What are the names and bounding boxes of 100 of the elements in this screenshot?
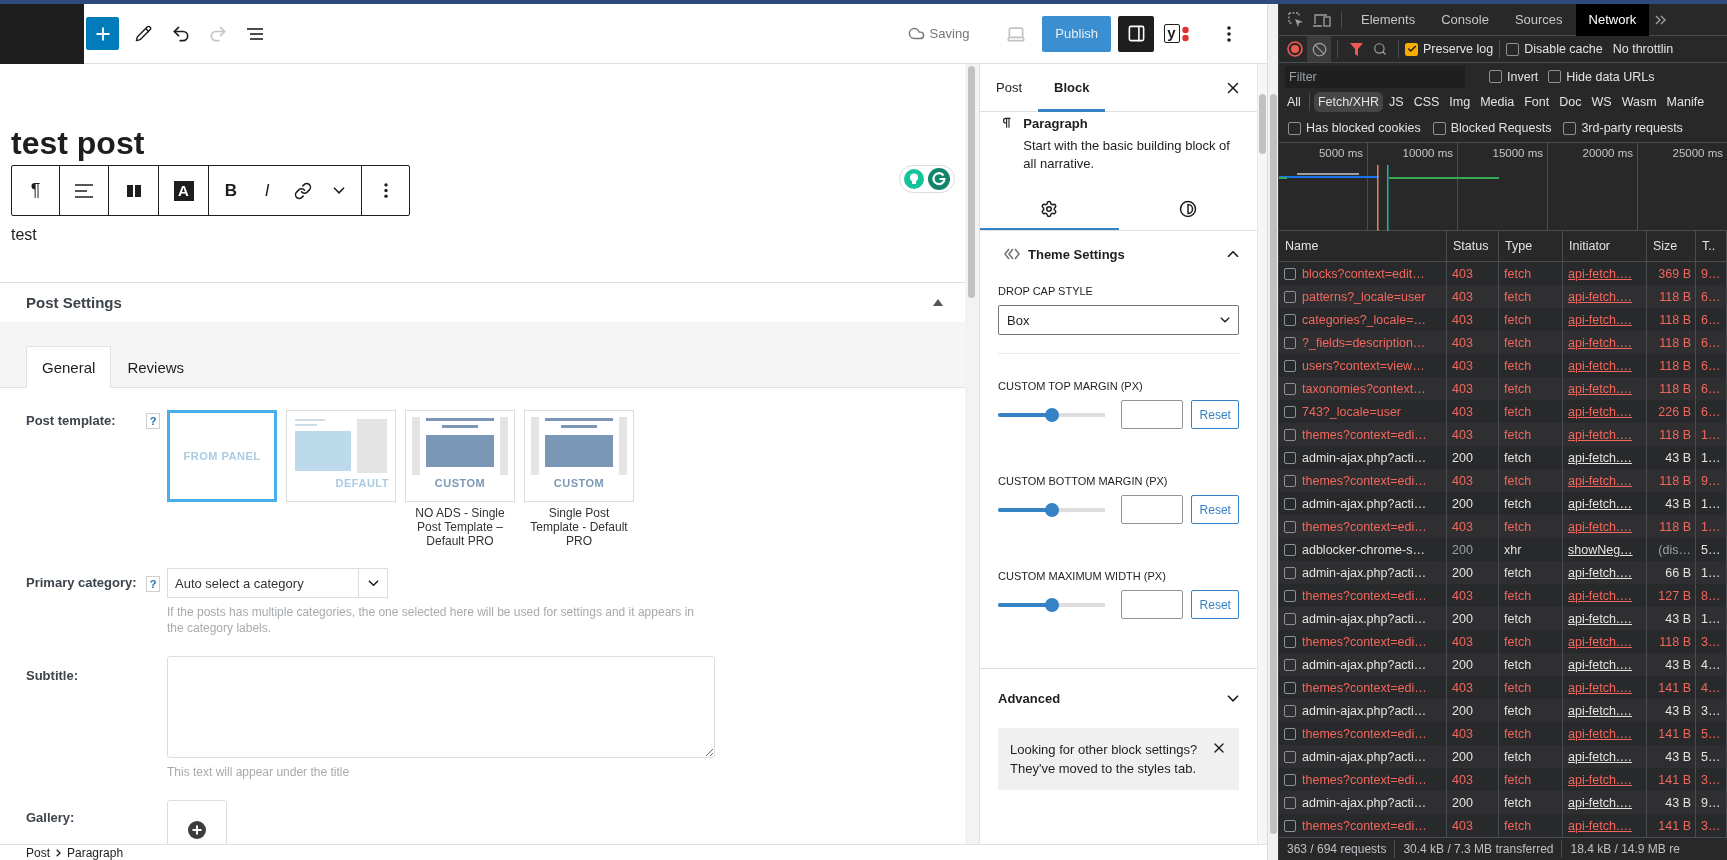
pencil-icon	[135, 25, 152, 42]
slider-thumb[interactable]	[1044, 407, 1059, 422]
paragraph-text[interactable]: test	[11, 226, 954, 244]
sidebar-tab[interactable]: Post	[980, 64, 1038, 112]
type-filter[interactable]: Img	[1445, 92, 1475, 112]
initiator-link[interactable]: api-fetch.…	[1563, 814, 1647, 837]
type-filter[interactable]: Font	[1520, 92, 1554, 112]
column-header[interactable]: Size	[1647, 231, 1696, 261]
table-cell: 141 B	[1647, 814, 1696, 837]
help-button[interactable]: ?	[146, 413, 160, 429]
devtools-tab[interactable]: Console	[1428, 3, 1502, 36]
subtitle-field[interactable]	[167, 656, 715, 758]
devices-icon	[1313, 12, 1331, 27]
save-status: Saving	[929, 26, 970, 41]
number-field[interactable]	[1121, 400, 1184, 429]
filter-icon	[1349, 42, 1363, 56]
add-gallery-button[interactable]	[167, 800, 227, 844]
type-filter[interactable]: Doc	[1555, 92, 1586, 112]
table-cell: fetch	[1499, 814, 1563, 837]
clear-button[interactable]	[1307, 36, 1331, 62]
reset-button[interactable]: Reset	[1191, 590, 1239, 619]
throttling-select[interactable]: No throttlin	[1612, 42, 1674, 56]
type-filter[interactable]: WS	[1587, 92, 1616, 112]
add-block-button[interactable]	[86, 17, 119, 50]
theme-icon	[1004, 248, 1020, 260]
bold-button[interactable]: B	[213, 166, 249, 215]
type-filter[interactable]: Manife	[1662, 92, 1709, 112]
more-icon	[1226, 25, 1231, 42]
request-name[interactable]: themes?context=edi…	[1279, 814, 1447, 837]
scrollbar[interactable]	[1257, 64, 1267, 844]
checkbox[interactable]: Blocked Requests	[1432, 121, 1552, 135]
meta-tab[interactable]: General	[26, 346, 112, 388]
paragraph-icon	[1002, 116, 1012, 130]
notice-text: Looking for other block settings? They've moved to the styles tab.	[1010, 741, 1199, 778]
breadcrumb-link[interactable]: Post	[26, 845, 50, 860]
drop-cap-select[interactable]: Box	[998, 305, 1239, 335]
reset-button[interactable]: Reset	[1191, 400, 1239, 429]
template-caption: NO ADS - Single Post Template – Default PRO	[414, 506, 506, 548]
reset-button[interactable]: Reset	[1191, 495, 1239, 524]
devtools-tab[interactable]: Elements	[1348, 3, 1429, 36]
checkbox[interactable]: Invert	[1489, 69, 1539, 84]
number-field[interactable]	[1121, 590, 1184, 619]
column-header[interactable]: Type	[1499, 231, 1563, 261]
column-header[interactable]: Initiator	[1563, 231, 1647, 261]
column-header[interactable]: Name	[1279, 231, 1447, 261]
field-hint: This text will appear under the title	[167, 764, 351, 780]
seo-plugin-button[interactable]: y	[1154, 15, 1198, 52]
table-cell: 403	[1447, 814, 1499, 837]
type-filter[interactable]: CSS	[1409, 92, 1444, 112]
meta-tab[interactable]: Reviews	[111, 346, 201, 388]
panel-header[interactable]: Theme Settings	[980, 231, 1257, 277]
inspect-icon	[1288, 11, 1304, 28]
filter-field[interactable]: Filter	[1285, 65, 1465, 88]
search-icon	[1373, 42, 1387, 56]
double-chevron-icon	[1655, 14, 1668, 25]
undo-icon	[170, 23, 191, 44]
checkbox[interactable]: Disable cache	[1506, 42, 1603, 56]
sidebar-tab[interactable]: Block	[1038, 64, 1106, 112]
checkbox[interactable]: Has blocked cookies	[1288, 121, 1421, 135]
column-header[interactable]: T..	[1696, 231, 1727, 261]
type-filter[interactable]: Media	[1476, 92, 1519, 112]
field-hint: If the posts has multiple categories, the one selected here will be used for settings and it appears in the category labels.	[167, 604, 695, 636]
settings-toggle-button[interactable]	[1118, 15, 1154, 52]
setting-label: DROP CAP STYLE	[998, 285, 1094, 297]
slider-thumb[interactable]	[1044, 597, 1059, 612]
highlight-button[interactable]: A	[159, 166, 208, 215]
setting-label: CUSTOM BOTTOM MARGIN (PX)	[998, 475, 1169, 487]
checkbox[interactable]: 3rd-party requests	[1563, 121, 1683, 135]
setting-label: CUSTOM TOP MARGIN (PX)	[998, 380, 1144, 392]
checkbox[interactable]: Hide data URLs	[1548, 69, 1655, 84]
meta-box-title: Post Settings	[26, 294, 122, 311]
setting-label: CUSTOM MAXIMUM WIDTH (PX)	[998, 570, 1167, 582]
italic-button[interactable]: I	[249, 166, 285, 215]
field-label: Subtitle:	[26, 667, 79, 683]
chevron-icon	[333, 187, 345, 194]
type-filter[interactable]: JS	[1385, 92, 1408, 112]
block-type-button[interactable]: ¶	[12, 166, 60, 215]
number-field[interactable]	[1121, 495, 1184, 524]
slider-thumb[interactable]	[1044, 502, 1059, 517]
scrollbar[interactable]	[1267, 4, 1278, 860]
table-cell: 3…	[1696, 814, 1727, 837]
type-filter[interactable]: Wasm	[1617, 92, 1661, 112]
status-text: 18.4 kB / 14.9 MB re	[1570, 842, 1680, 856]
writing-assistant-pill[interactable]	[899, 165, 955, 193]
devtools-tab[interactable]: Network	[1575, 3, 1650, 36]
column-header[interactable]: Status	[1447, 231, 1499, 261]
devtools-tab[interactable]: Sources	[1501, 3, 1576, 36]
type-filter[interactable]: All	[1283, 92, 1305, 112]
bulb-icon	[904, 169, 924, 189]
scrollbar[interactable]	[965, 64, 979, 844]
checkbox[interactable]: Preserve log	[1405, 42, 1494, 56]
breadcrumb-link[interactable]: Paragraph	[67, 845, 124, 860]
field-label: Primary category:	[26, 574, 138, 590]
help-button[interactable]: ?	[146, 576, 160, 592]
collapse-icon[interactable]	[933, 299, 943, 306]
type-filter[interactable]: Fetch/XHR	[1313, 92, 1384, 112]
post-title[interactable]: test post	[11, 124, 145, 162]
plus-icon	[188, 821, 206, 839]
link-icon	[294, 181, 312, 200]
category-select[interactable]: Auto select a category	[167, 568, 388, 598]
